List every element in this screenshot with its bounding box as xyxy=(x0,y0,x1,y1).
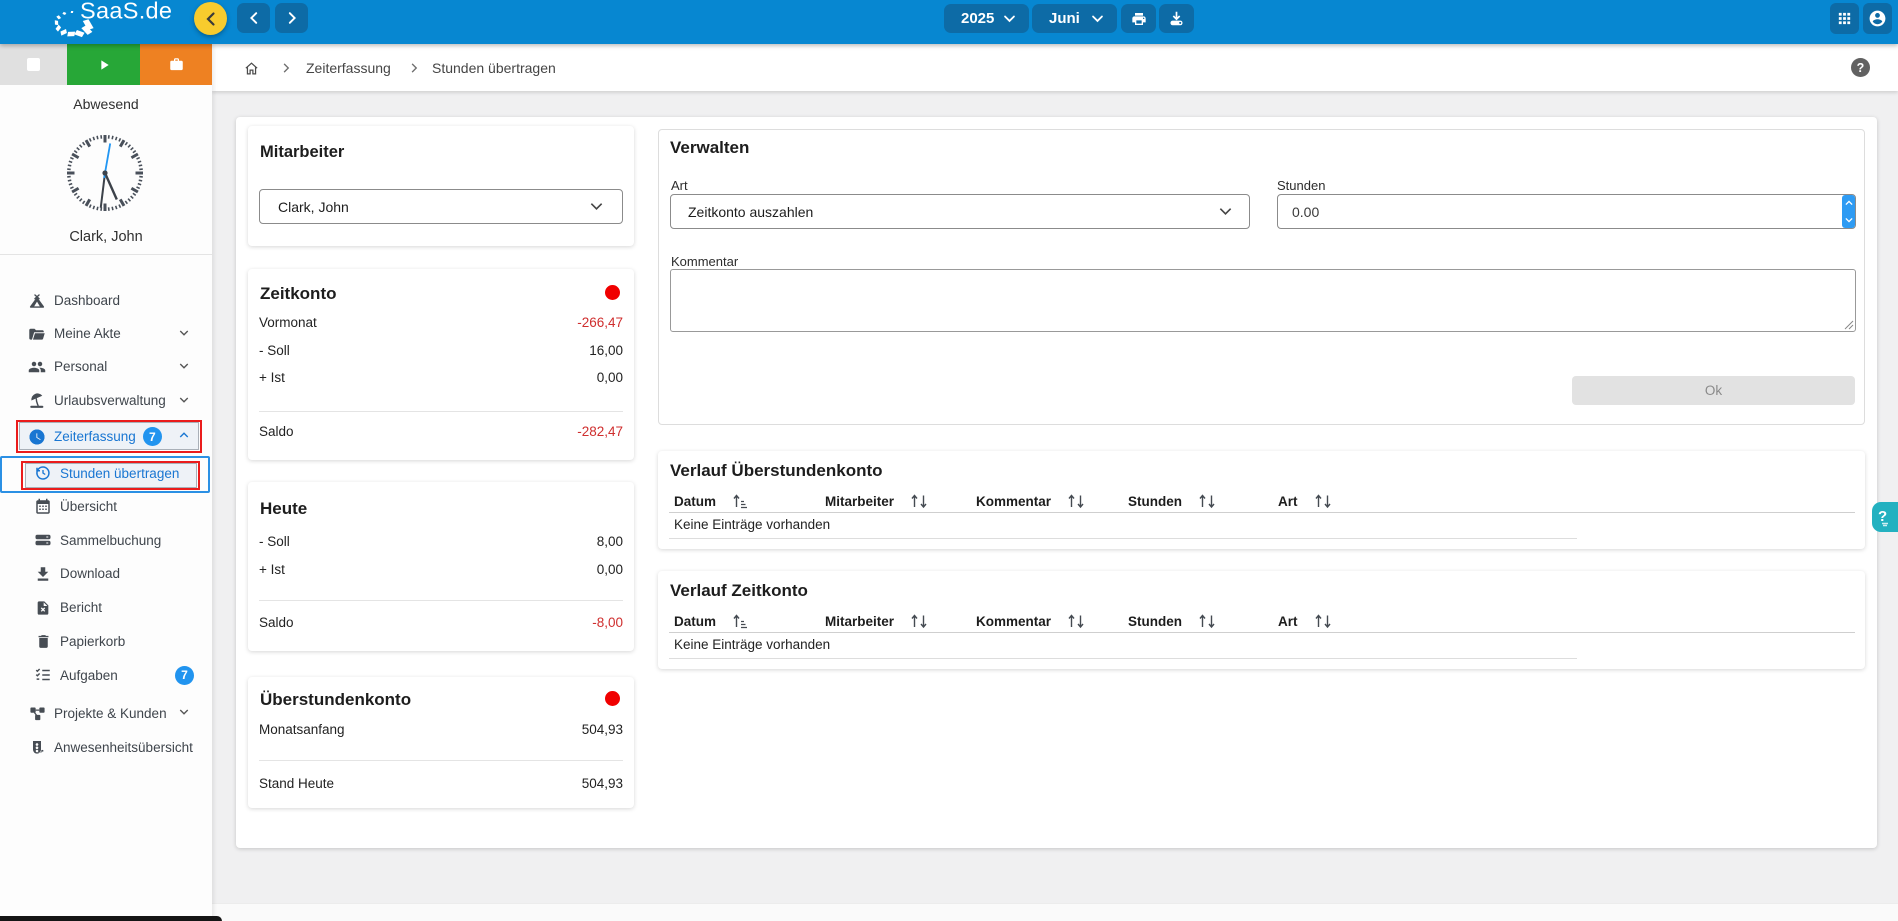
svg-text:?: ? xyxy=(1878,508,1887,525)
svg-text:SaaS.de: SaaS.de xyxy=(80,0,172,24)
